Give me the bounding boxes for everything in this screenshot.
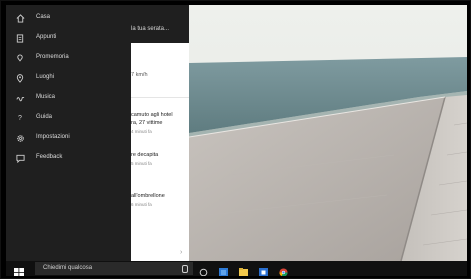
- menu-item-feedback[interactable]: Feedback: [6, 151, 131, 167]
- news-card[interactable]: all'ombrellone 6 minuti fa: [131, 193, 189, 211]
- news-headline-line1: camuto agli hotel: [131, 112, 173, 118]
- desktop-screen: la tua serata... 7 km/h camuto agli hote…: [6, 5, 467, 276]
- menu-item-label: Impostazioni: [36, 134, 70, 140]
- panel-hint: la tua serata...: [131, 26, 170, 32]
- menu-item-label: Guida: [36, 114, 53, 120]
- news-time: 4 minuti fa: [131, 129, 152, 134]
- screenshot-frame: la tua serata... 7 km/h camuto agli hote…: [0, 0, 471, 279]
- menu-item-label: Appunti: [36, 34, 57, 40]
- menu-item-label: Casa: [36, 14, 51, 20]
- weather-wind: 7 km/h: [131, 72, 148, 78]
- taskbar: Chiedimi qualcosa: [6, 261, 467, 276]
- music-icon: [15, 93, 25, 103]
- news-time: 5 minuti fa: [131, 161, 152, 166]
- news-card[interactable]: camuto agli hotel ra, 27 vittime 4 minut…: [131, 112, 189, 142]
- menu-item-label: Feedback: [36, 154, 63, 160]
- file-explorer-icon[interactable]: [239, 264, 248, 276]
- menu-item-places[interactable]: Luoghi: [6, 71, 131, 87]
- news-headline-line1: all'ombrellone: [131, 193, 165, 199]
- menu-item-label: Musica: [36, 94, 56, 100]
- notebook-icon: [15, 33, 25, 43]
- menu-item-settings[interactable]: Impostazioni: [6, 131, 131, 147]
- store-icon[interactable]: [259, 264, 268, 276]
- cortana-search-box[interactable]: Chiedimi qualcosa: [35, 262, 193, 275]
- news-headline-line1: re decapita: [131, 152, 159, 158]
- menu-item-reminders[interactable]: Promemoria: [6, 51, 131, 67]
- search-placeholder: Chiedimi qualcosa: [43, 265, 93, 271]
- task-view-icon[interactable]: [199, 264, 208, 276]
- news-headline-line2: ra, 27 vittime: [131, 120, 163, 126]
- menu-item-notebook[interactable]: Appunti: [6, 31, 131, 47]
- feedback-icon: [15, 153, 25, 163]
- menu-item-music[interactable]: Musica: [6, 91, 131, 107]
- menu-item-help[interactable]: ? Guida: [6, 111, 131, 127]
- menu-item-label: Promemoria: [36, 54, 69, 60]
- help-icon: ?: [18, 114, 22, 122]
- menu-item-label: Luoghi: [36, 74, 55, 80]
- edge-icon[interactable]: [219, 264, 228, 276]
- news-time: 6 minuti fa: [131, 202, 152, 207]
- reminders-icon: [15, 53, 25, 63]
- cortana-menu: Casa Appunti Promemoria Luoghi Musica ? …: [6, 5, 131, 261]
- desktop-wallpaper: [189, 5, 467, 261]
- microphone-icon[interactable]: [182, 265, 188, 273]
- divider: [131, 97, 189, 98]
- seawall-photo: [189, 5, 467, 261]
- home-icon: [15, 13, 25, 23]
- chrome-icon[interactable]: [279, 264, 288, 276]
- windows-start-icon[interactable]: [14, 264, 24, 276]
- places-icon: [15, 73, 25, 83]
- settings-icon: [15, 133, 25, 143]
- news-card[interactable]: re decapita 5 minuti fa: [131, 152, 189, 177]
- menu-item-home[interactable]: Casa: [6, 11, 131, 27]
- weather-card[interactable]: 7 km/h: [131, 65, 189, 87]
- chevron-right-icon[interactable]: ›: [180, 249, 182, 256]
